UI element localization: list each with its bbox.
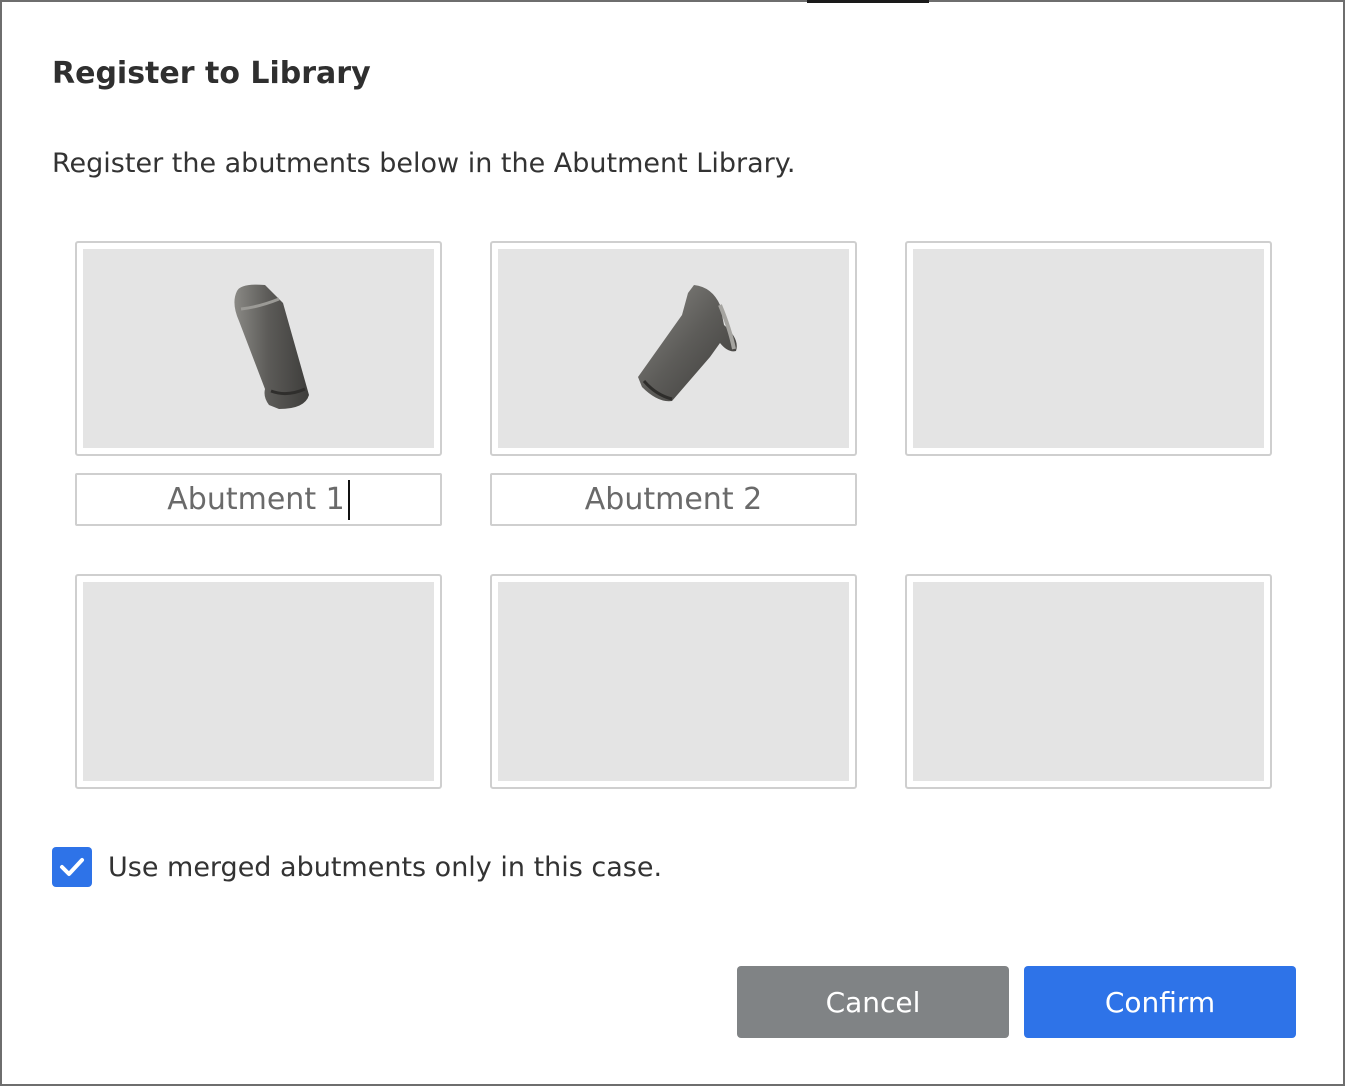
window-edge-accent (807, 0, 929, 3)
dialog-title: Register to Library (52, 56, 371, 91)
abutment-slot-5[interactable] (490, 574, 857, 789)
merged-abutments-label[interactable]: Use merged abutments only in this case. (108, 852, 662, 883)
dialog-description: Register the abutments below in the Abut… (52, 148, 796, 179)
merged-abutments-option: Use merged abutments only in this case. (52, 847, 662, 887)
abutment-name-1: Abutment 1 (167, 482, 345, 517)
cancel-button[interactable]: Cancel (737, 966, 1009, 1038)
abutment-slot-4[interactable] (75, 574, 442, 789)
abutment-slot-6[interactable] (905, 574, 1272, 789)
register-to-library-dialog: Register to Library Register the abutmen… (0, 0, 1345, 1086)
abutment-thumbnail-6 (913, 582, 1264, 781)
abutment-slot-1[interactable] (75, 241, 442, 456)
abutment-name-input-1[interactable]: Abutment 1 (75, 473, 442, 526)
abutment-thumbnail-5 (498, 582, 849, 781)
check-icon (60, 858, 84, 876)
text-caret (347, 479, 350, 520)
abutment-name-input-2[interactable]: Abutment 2 (490, 473, 857, 526)
abutment-slot-3[interactable] (905, 241, 1272, 456)
merged-abutments-checkbox[interactable] (52, 847, 92, 887)
abutment-1-model-image (233, 284, 309, 409)
confirm-button[interactable]: Confirm (1024, 966, 1296, 1038)
abutment-2-model-image (637, 284, 737, 401)
abutment-thumbnail-4 (83, 582, 434, 781)
abutment-thumbnail-3 (913, 249, 1264, 448)
abutment-thumbnail-1 (83, 249, 434, 448)
abutment-slot-2[interactable] (490, 241, 857, 456)
abutment-name-2: Abutment 2 (584, 482, 763, 517)
abutment-thumbnail-2 (498, 249, 849, 448)
